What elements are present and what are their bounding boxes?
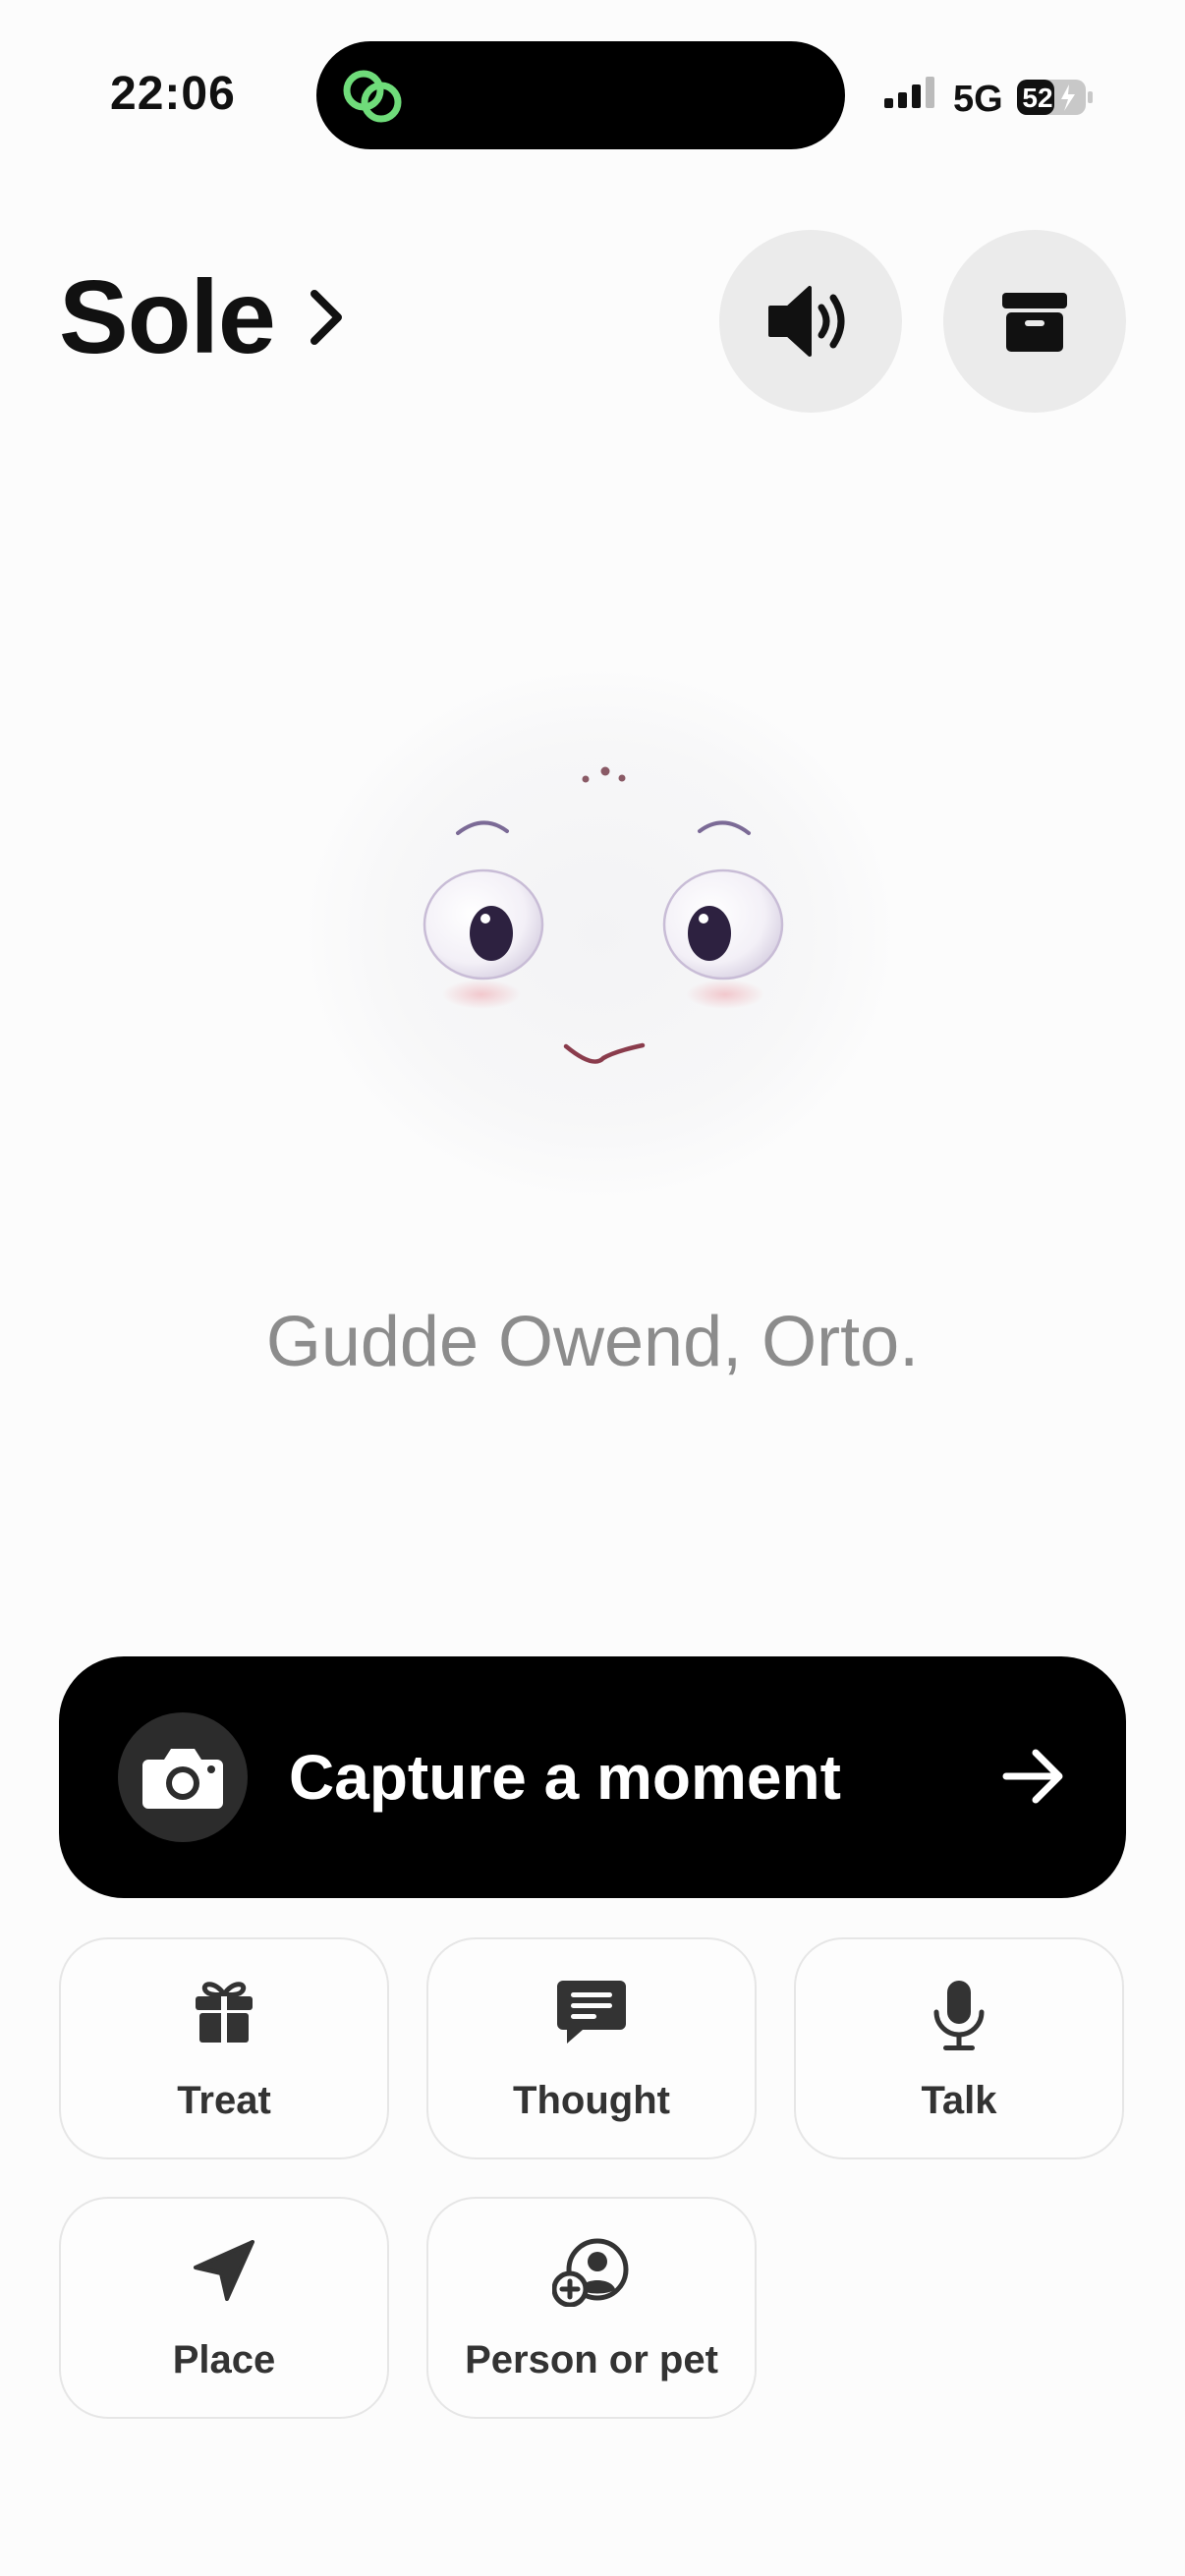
capture-label: Capture a moment	[289, 1742, 841, 1813]
action-talk-button[interactable]: Talk	[794, 1937, 1124, 2159]
action-treat-button[interactable]: Treat	[59, 1937, 389, 2159]
face-illustration	[423, 766, 784, 1064]
chat-bubble-icon	[557, 1981, 626, 2044]
location-arrow-icon	[194, 2240, 254, 2301]
battery-icon: 52	[1017, 80, 1093, 115]
status-time: 22:06	[110, 68, 236, 120]
status-bar: 22:06 5G 52	[0, 0, 1185, 157]
action-thought-button[interactable]: Thought	[426, 1937, 757, 2159]
archive-box-icon	[1002, 293, 1067, 352]
action-label: Talk	[921, 2079, 997, 2122]
battery-level: 52	[1022, 83, 1052, 113]
add-person-icon	[552, 2238, 629, 2307]
arrow-right-icon	[1002, 1749, 1063, 1804]
signal-icon	[884, 77, 934, 108]
speaker-icon	[768, 286, 845, 357]
action-place-button[interactable]: Place	[59, 2197, 389, 2419]
profile-title-button[interactable]: Sole	[59, 265, 348, 369]
microphone-icon	[933, 1981, 985, 2050]
action-label: Place	[172, 2338, 276, 2381]
chevron-right-icon	[310, 290, 342, 345]
dynamic-island[interactable]	[316, 41, 845, 149]
capture-moment-button[interactable]: Capture a moment	[59, 1656, 1126, 1898]
page-title: Sole	[59, 259, 276, 375]
companion-face[interactable]	[305, 668, 894, 1199]
action-person-or-pet-button[interactable]: Person or pet	[426, 2197, 757, 2419]
camera-circle	[118, 1712, 248, 1842]
action-label: Treat	[177, 2079, 271, 2122]
sound-button[interactable]	[719, 230, 902, 413]
camera-icon	[142, 1749, 223, 1809]
archive-button[interactable]	[943, 230, 1126, 413]
network-type: 5G	[953, 79, 1003, 120]
action-label: Thought	[513, 2079, 670, 2122]
action-label: Person or pet	[465, 2338, 718, 2381]
link-rings-icon	[343, 70, 402, 123]
greeting-text: Gudde Owend, Orto.	[265, 1303, 920, 1381]
gift-icon	[196, 1982, 253, 2043]
